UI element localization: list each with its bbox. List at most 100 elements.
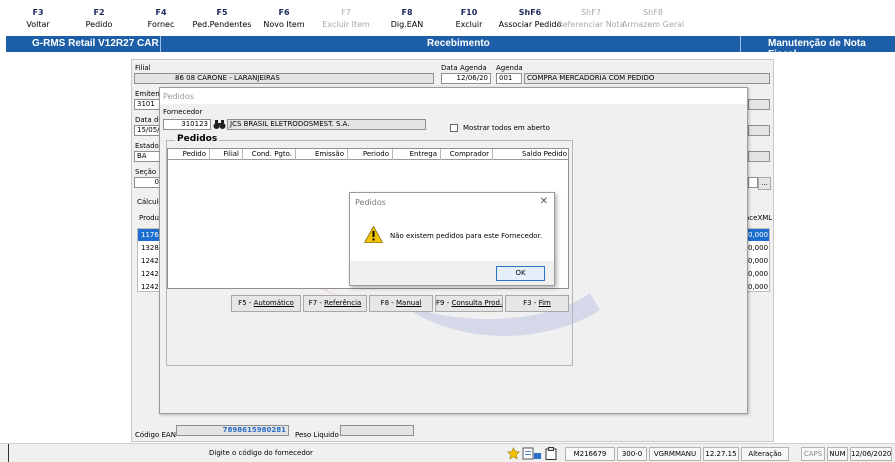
- button-label: Fim: [538, 299, 551, 307]
- column-header-emissao[interactable]: Emissão: [296, 149, 348, 160]
- shf6-associar-pedido-button[interactable]: ShF6 Associar Pedido: [495, 7, 565, 31]
- dialog-title: Pedidos: [163, 92, 194, 101]
- system-cell: VGRMMANU: [649, 447, 701, 461]
- f5-automatico-button[interactable]: F5 - Automático: [231, 295, 301, 312]
- action-label: Dig.EAN: [390, 20, 424, 29]
- group-title: Pedidos: [175, 134, 220, 144]
- column-header-saldo-pedido[interactable]: Saldo Pedido: [493, 149, 568, 160]
- num-indicator: NUM: [827, 447, 848, 461]
- secao-extra-field[interactable]: [748, 177, 758, 188]
- button-label: Referência: [324, 299, 362, 307]
- dialog-title-bar: Pedidos: [160, 88, 747, 104]
- emitente-extra-field: [748, 99, 770, 110]
- action-label: Referenciar Nota: [557, 20, 625, 29]
- action-label: Voltar: [26, 20, 50, 29]
- secao-field[interactable]: 0: [134, 177, 162, 188]
- binoculars-icon[interactable]: [213, 119, 226, 130]
- estado-extra-field: [748, 151, 770, 162]
- key-label: F3: [32, 8, 44, 17]
- table-row[interactable]: 0,000: [745, 281, 769, 293]
- action-label: Fornec: [147, 20, 175, 29]
- f7-referencia-button[interactable]: F7 - Referência: [303, 295, 367, 312]
- shf7-referenciar-nota-button[interactable]: ShF7 Referenciar Nota: [556, 7, 626, 31]
- xml-column-header: aceXML: [745, 214, 773, 222]
- f8-manual-button[interactable]: F8 - Manual: [369, 295, 433, 312]
- action-label: Associar Pedido: [498, 20, 562, 29]
- table-row[interactable]: 0,000: [745, 242, 769, 254]
- message-text: Não existem pedidos para este Fornecedor…: [390, 232, 543, 240]
- f9-consulta-prod-button[interactable]: F9 - Consulta Prod.: [435, 295, 503, 312]
- table-row[interactable]: 11765: [138, 229, 160, 241]
- title-separator: [740, 36, 741, 52]
- action-label: Pedido: [85, 20, 113, 29]
- column-header-filial[interactable]: Filial: [210, 149, 243, 160]
- fornecedor-code-input[interactable]: 310123: [163, 119, 211, 130]
- f2-pedido-button[interactable]: F2 Pedido: [64, 7, 134, 31]
- emitente-field[interactable]: 3101: [134, 99, 162, 110]
- table-row[interactable]: 0,000: [745, 255, 769, 267]
- report-icon[interactable]: [522, 447, 542, 460]
- agenda-label: Agenda: [496, 64, 523, 72]
- key-label: ShF8: [643, 8, 663, 17]
- key-label: F4: [155, 8, 167, 17]
- f8-dig-ean-button[interactable]: F8 Dig.EAN: [372, 7, 442, 31]
- f10-excluir-button[interactable]: F10 Excluir: [434, 7, 504, 31]
- data-agenda-label: Data Agenda: [441, 64, 487, 72]
- agenda-code-field[interactable]: 001: [496, 73, 522, 84]
- table-row[interactable]: 12425: [138, 281, 160, 293]
- table-row[interactable]: 13284: [138, 242, 160, 254]
- f4-fornec-button[interactable]: F4 Fornec: [126, 7, 196, 31]
- ok-button[interactable]: OK: [496, 266, 545, 281]
- clipboard-icon[interactable]: [545, 447, 557, 460]
- shf8-armazem-geral-button[interactable]: ShF8 Armazem Geral: [618, 7, 688, 31]
- peso-liquido-label: Peso Liquido: [295, 431, 339, 439]
- message-box-title-bar: Pedidos ✕: [350, 193, 554, 211]
- f3-voltar-button[interactable]: F3 Voltar: [3, 7, 73, 31]
- fornecedor-label: Fornecedor: [163, 108, 203, 116]
- status-hint: Digite o código do fornecedor: [209, 449, 313, 457]
- favorite-star-icon[interactable]: [507, 447, 520, 460]
- mostrar-todos-checkbox[interactable]: [450, 124, 458, 132]
- button-label: Manual: [396, 299, 422, 307]
- data-agenda-field[interactable]: 12/06/20: [441, 73, 491, 84]
- peso-liquido-field[interactable]: [340, 425, 414, 436]
- f5-ped-pendentes-button[interactable]: F5 Ped.Pendentes: [187, 7, 257, 31]
- key-label: ShF7: [581, 8, 601, 17]
- table-row[interactable]: 0,000: [745, 229, 769, 241]
- filial-field[interactable]: 86 08 CARONE - LARANJEIRAS: [134, 73, 434, 84]
- key-label: F6: [278, 8, 290, 17]
- button-key: F8 -: [380, 299, 397, 307]
- estado-field[interactable]: BA: [134, 151, 162, 162]
- branch-cell: 300-0: [617, 447, 647, 461]
- key-label: ShF6: [518, 8, 542, 17]
- button-label: Automático: [253, 299, 294, 307]
- table-row[interactable]: 12425: [138, 268, 160, 280]
- action-label: Novo Item: [263, 20, 305, 29]
- produto-column: 11765 13284 12426 12425 12425: [137, 228, 161, 292]
- column-header-cond-pgto[interactable]: Cond. Pgto.: [243, 149, 296, 160]
- close-icon[interactable]: ✕: [540, 196, 548, 207]
- column-header-comprador[interactable]: Comprador: [441, 149, 493, 160]
- column-header-entrega[interactable]: Entrega: [393, 149, 441, 160]
- table-row[interactable]: 12426: [138, 255, 160, 267]
- f3-fim-button[interactable]: F3 - Fim: [505, 295, 569, 312]
- data-de-field[interactable]: 15/05/: [134, 125, 162, 136]
- data-extra-field: [748, 125, 770, 136]
- fornecedor-name-field: JCS BRASIL ELETRODOSMEST. S.A.: [227, 119, 426, 130]
- version-cell: 12.27.15: [703, 447, 739, 461]
- codigo-ean-field[interactable]: 7898615980281: [176, 425, 289, 436]
- column-header-pedido[interactable]: Pedido: [168, 149, 210, 160]
- action-label: Ped.Pendentes: [192, 20, 252, 29]
- mostrar-todos-label: Mostrar todos em aberto: [463, 124, 550, 132]
- warning-icon: [364, 226, 383, 243]
- user-code-cell: M216679: [565, 447, 615, 461]
- message-box: Pedidos ✕ Não existem pedidos para este …: [349, 192, 555, 286]
- lookup-button[interactable]: ...: [758, 177, 771, 190]
- column-header-periodo[interactable]: Periodo: [348, 149, 393, 160]
- f6-novo-item-button[interactable]: F6 Novo Item: [249, 7, 319, 31]
- date-cell: 12/06/2020: [850, 447, 892, 461]
- table-row[interactable]: 0,000: [745, 268, 769, 280]
- f7-excluir-item-button[interactable]: F7 Excluir Item: [311, 7, 381, 31]
- app-title: G-RMS Retail V12R27 CAR: [32, 38, 159, 49]
- mode-cell: Alteração: [741, 447, 789, 461]
